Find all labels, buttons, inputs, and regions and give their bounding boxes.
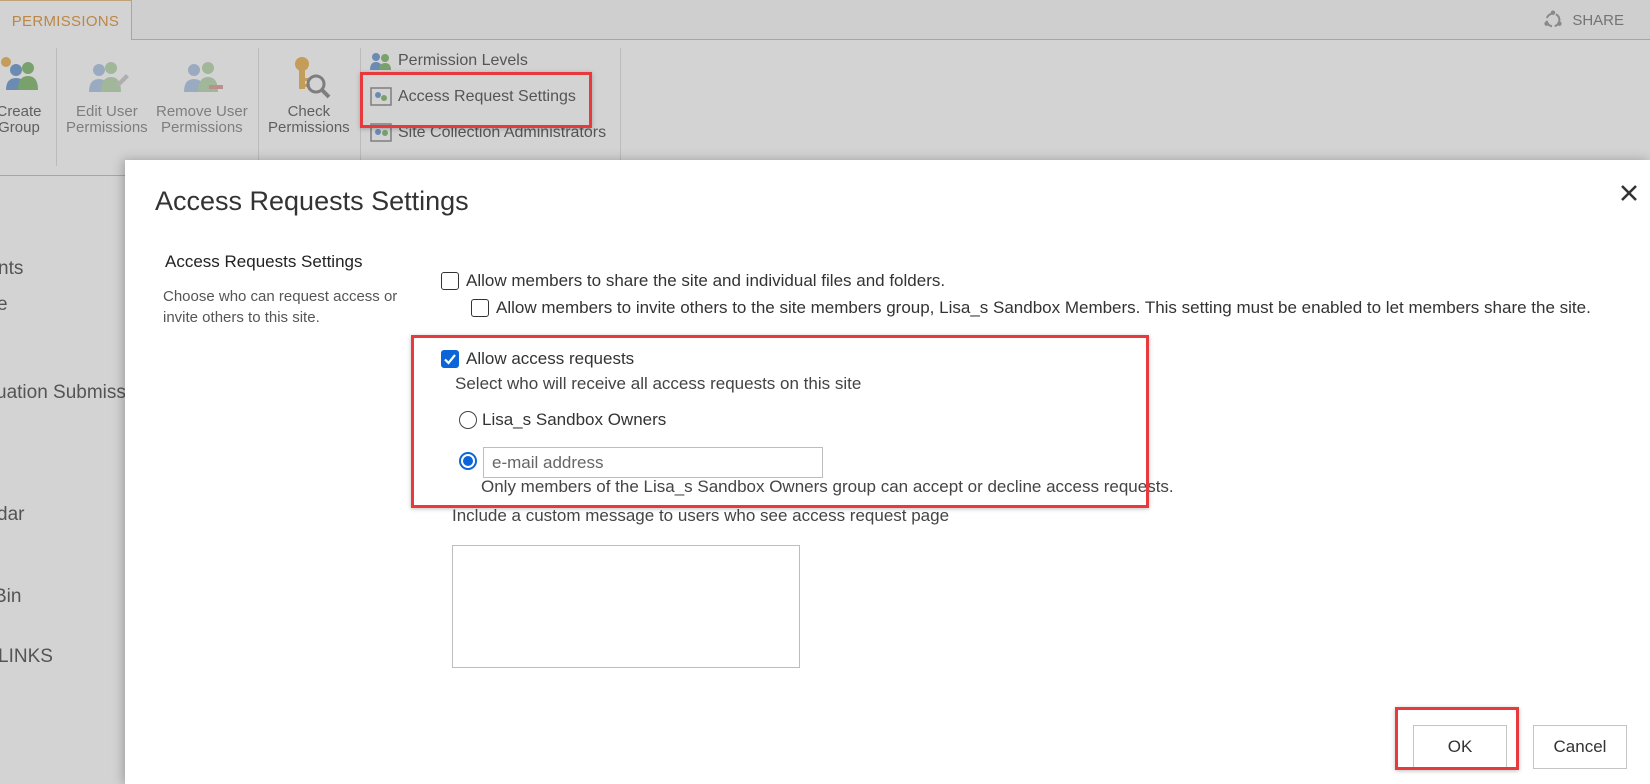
ok-button[interactable]: OK (1413, 725, 1507, 769)
owners-radio-option[interactable]: Lisa_s Sandbox Owners (459, 410, 666, 430)
close-button[interactable] (1614, 178, 1644, 208)
cancel-button[interactable]: Cancel (1533, 725, 1627, 769)
dialog-title: Access Requests Settings (155, 186, 469, 216)
owners-note: Only members of the Lisa_s Sandbox Owner… (481, 477, 1174, 496)
custom-message-textarea[interactable] (452, 545, 800, 668)
section-description: Choose who can request access or invite … (163, 288, 398, 326)
allow-access-requests-option[interactable]: Allow access requests (441, 349, 634, 369)
email-input[interactable] (483, 447, 823, 478)
email-radio[interactable] (459, 452, 477, 470)
allow-invite-checkbox[interactable] (471, 299, 489, 317)
owners-radio[interactable] (459, 411, 477, 429)
section-title: Access Requests Settings (165, 252, 363, 271)
close-icon (1621, 185, 1637, 201)
allow-share-option[interactable]: Allow members to share the site and indi… (441, 271, 945, 291)
select-recipient-label: Select who will receive all access reque… (455, 374, 862, 393)
checkmark-icon (444, 354, 456, 365)
allow-share-checkbox[interactable] (441, 272, 459, 290)
allow-access-requests-checkbox[interactable] (441, 350, 459, 368)
custom-message-label: Include a custom message to users who se… (452, 506, 950, 525)
access-requests-dialog: Access Requests Settings Access Requests… (125, 160, 1650, 784)
allow-invite-option[interactable]: Allow members to invite others to the si… (471, 298, 1591, 318)
email-radio-option[interactable] (459, 452, 482, 470)
